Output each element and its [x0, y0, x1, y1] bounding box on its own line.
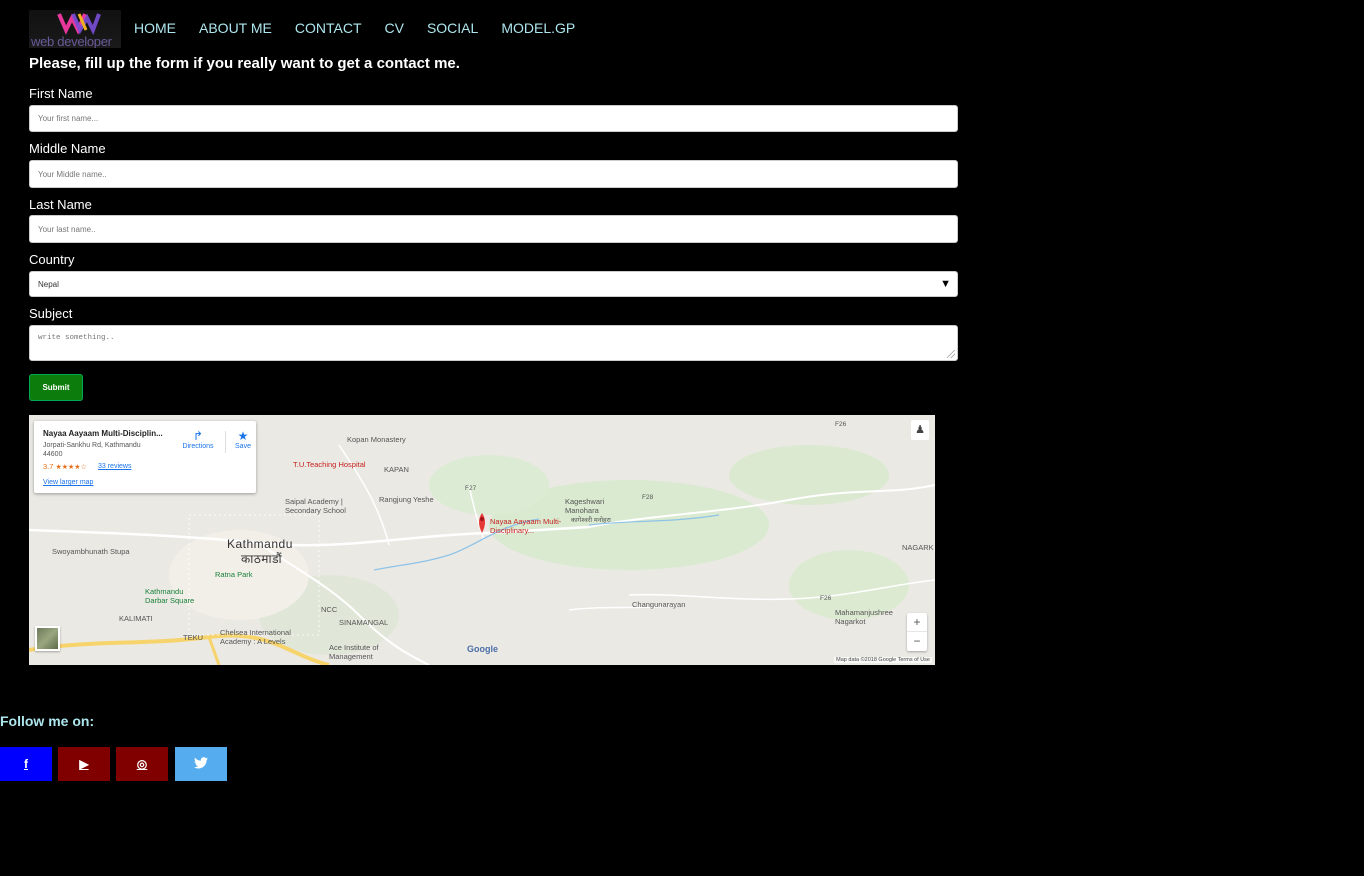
map-label-ncc: NCC	[321, 605, 338, 614]
map-label-teku: TEKU	[183, 633, 204, 642]
facebook-button[interactable]: f	[0, 747, 52, 781]
nav-social[interactable]: SOCIAL	[427, 20, 478, 36]
twitter-button[interactable]	[175, 747, 227, 781]
main-nav: HOME ABOUT ME CONTACT CV SOCIAL MODEL.GP	[134, 20, 598, 36]
middle-name-placeholder: Your Middle name..	[38, 169, 107, 179]
logo-text: web developer	[31, 34, 112, 48]
map-label-marker: Nayaa Aayaam Multi-Disciplinary...	[490, 517, 562, 535]
map-label-durbar: Kathmandu Darbar Square	[145, 587, 195, 605]
map-label-ratna-park: Ratna Park	[215, 570, 253, 579]
nav-about-me[interactable]: ABOUT ME	[199, 20, 272, 36]
place-rating: 3.7 ★★★★☆	[43, 462, 87, 471]
pegman-icon[interactable]: ♟	[911, 420, 929, 440]
map-label-kageshwari-np: कागेश्वरी मनोहरा	[571, 517, 611, 524]
instagram-button[interactable]: ◎	[116, 747, 168, 781]
map-label-ace: Ace Institute of Management	[329, 643, 379, 661]
country-label: Country	[29, 252, 75, 267]
instagram-icon: ◎	[136, 757, 148, 771]
last-name-label: Last Name	[29, 197, 92, 212]
map-label-mahamanjushree: Mahamanjushree Nagarkot	[835, 608, 893, 626]
subject-label: Subject	[29, 306, 73, 321]
map-label-f26b: F26	[820, 595, 832, 602]
view-larger-map-link[interactable]: View larger map	[43, 479, 93, 486]
nav-model-gp[interactable]: MODEL.GP	[501, 20, 575, 36]
nav-cv[interactable]: CV	[385, 20, 404, 36]
card-divider	[225, 431, 226, 453]
map-label-sinamangal: SINAMANGAL	[339, 618, 389, 627]
map-label-kalimati: KALIMATI	[119, 614, 153, 623]
save-button[interactable]: ★ Save	[230, 429, 256, 450]
subject-placeholder: write something..	[38, 334, 115, 342]
zoom-out-button[interactable]: −	[907, 632, 927, 650]
follow-heading: Follow me on:	[0, 713, 95, 729]
dropdown-arrow-icon: ▼	[940, 278, 951, 290]
nav-home[interactable]: HOME	[134, 20, 176, 36]
google-map[interactable]: Kopan Monastery T.U.Teaching Hospital KA…	[29, 415, 935, 665]
map-data-attribution[interactable]: Map data ©2018 Google Terms of Use	[834, 657, 932, 663]
map-label-f26: F26	[835, 421, 847, 428]
site-logo[interactable]: web developer	[29, 10, 121, 48]
submit-button[interactable]: Submit	[29, 374, 83, 401]
place-info-card: Nayaa Aayaam Multi-Disciplin... Jorpati-…	[34, 421, 256, 493]
middle-name-label: Middle Name	[29, 141, 106, 156]
form-heading: Please, fill up the form if you really w…	[29, 55, 460, 72]
map-label-teaching-hospital: T.U.Teaching Hospital	[293, 460, 366, 469]
star-icon: ★	[237, 429, 249, 443]
map-label-swoyambhu: Swoyambhunath Stupa	[52, 547, 130, 556]
map-label-kathmandu-np: काठमाडौं	[241, 552, 283, 566]
map-label-kopan: Kopan Monastery	[347, 435, 406, 444]
map-label-chelsea: Chelsea International Academy : A Levels	[220, 628, 291, 646]
google-logo: Google	[467, 644, 498, 654]
first-name-placeholder: Your first name...	[38, 114, 99, 123]
rating-stars-icon: ★★★★☆	[55, 464, 87, 471]
country-selected-value: Nepal	[38, 279, 59, 289]
last-name-input[interactable]: Your last name..	[29, 215, 958, 243]
youtube-button[interactable]: ▶	[58, 747, 110, 781]
zoom-in-button[interactable]: +	[907, 613, 927, 632]
map-label-kathmandu: Kathmandu	[227, 537, 293, 551]
map-label-changunarayan: Changunarayan	[632, 600, 686, 609]
map-label-rangjung: Rangjung Yeshe	[379, 495, 434, 504]
map-label-kageshwari: Kageshwari Manohara	[565, 497, 605, 515]
facebook-icon: f	[24, 757, 28, 771]
directions-icon: ↱	[192, 429, 204, 443]
twitter-icon	[194, 756, 208, 772]
country-select[interactable]: Nepal ▼	[29, 271, 958, 297]
map-label-saipal: Saipal Academy | Secondary School	[285, 497, 346, 515]
directions-label: Directions	[182, 443, 214, 450]
subject-textarea[interactable]: write something..	[29, 325, 958, 361]
youtube-icon: ▶	[79, 757, 89, 771]
map-label-kapan: KAPAN	[384, 465, 409, 474]
satellite-toggle-button[interactable]	[35, 626, 60, 651]
middle-name-input[interactable]: Your Middle name..	[29, 160, 958, 188]
zoom-control: + −	[907, 613, 927, 651]
first-name-input[interactable]: Your first name...	[29, 105, 958, 132]
reviews-link[interactable]: 33 reviews	[98, 463, 131, 470]
resize-handle-icon[interactable]	[947, 350, 955, 358]
place-title: Nayaa Aayaam Multi-Disciplin...	[43, 429, 163, 438]
directions-button[interactable]: ↱ Directions	[176, 429, 220, 450]
map-label-f28: F28	[642, 494, 654, 501]
nav-contact[interactable]: CONTACT	[295, 20, 362, 36]
map-label-nagark: NAGARK	[902, 543, 934, 552]
place-address: Jorpati-Sankhu Rd, Kathmandu 44600	[43, 442, 141, 458]
map-label-f27: F27	[465, 485, 477, 492]
last-name-placeholder: Your last name..	[38, 224, 96, 234]
rating-value: 3.7	[43, 462, 54, 471]
first-name-label: First Name	[29, 86, 93, 101]
save-label: Save	[235, 443, 251, 450]
